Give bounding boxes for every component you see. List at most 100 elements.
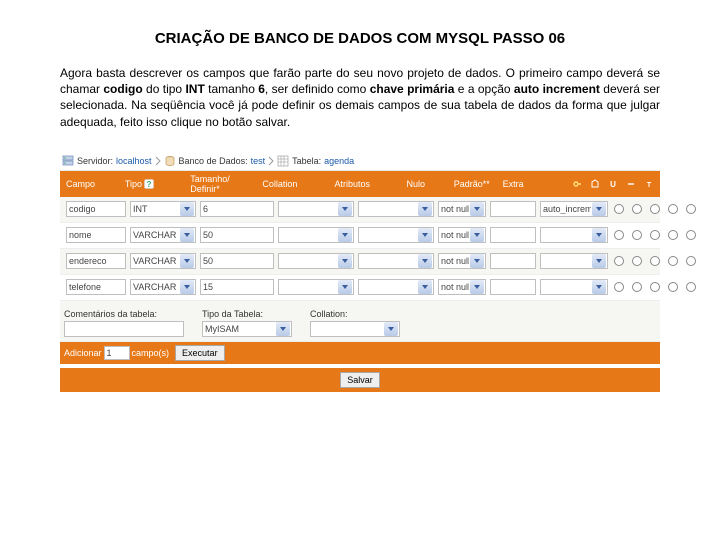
field-name-input[interactable]	[66, 227, 126, 243]
index-radio[interactable]	[632, 230, 642, 240]
field-type-select[interactable]	[130, 253, 196, 269]
field-collation-select[interactable]	[278, 279, 354, 295]
primary-key-radio[interactable]	[614, 204, 624, 214]
header-tamanho: Tamanho/ Definir*	[190, 174, 258, 194]
primary-key-radio[interactable]	[614, 230, 624, 240]
para-bold-ai: auto increment	[514, 82, 600, 96]
table-collation-label: Collation:	[310, 309, 400, 319]
field-collation-select[interactable]	[278, 253, 354, 269]
field-null-select[interactable]	[438, 253, 486, 269]
breadcrumb-server-label: Servidor:	[77, 156, 113, 166]
table-icon	[277, 155, 289, 167]
breadcrumb: Servidor: localhost Banco de Dados: test…	[60, 152, 660, 171]
primary-key-radio[interactable]	[614, 282, 624, 292]
field-name-input[interactable]	[66, 279, 126, 295]
field-attributes-select[interactable]	[358, 253, 434, 269]
field-length-input[interactable]	[200, 201, 274, 217]
field-type-select[interactable]	[130, 279, 196, 295]
field-name-input[interactable]	[66, 253, 126, 269]
field-default-input[interactable]	[490, 201, 536, 217]
breadcrumb-db-label: Banco de Dados:	[179, 156, 248, 166]
phpmyadmin-panel: Servidor: localhost Banco de Dados: test…	[60, 152, 660, 392]
field-default-input[interactable]	[490, 279, 536, 295]
table-type-select[interactable]	[202, 321, 292, 337]
field-collation-select[interactable]	[278, 227, 354, 243]
para-bold-codigo: codigo	[103, 82, 142, 96]
header-padrao: Padrão**	[454, 179, 490, 189]
add-fields-count-input[interactable]	[104, 346, 130, 360]
dash-icon	[625, 178, 636, 189]
doc-title: CRIAÇÃO DE BANCO DE DADOS COM MYSQL PASS…	[60, 30, 660, 47]
fulltext-radio[interactable]	[686, 282, 696, 292]
header-nulo: Nulo	[407, 179, 426, 189]
comments-input[interactable]	[64, 321, 184, 337]
fulltext-radio[interactable]	[686, 204, 696, 214]
none-radio[interactable]	[668, 282, 678, 292]
index-radio[interactable]	[632, 256, 642, 266]
svg-text:U: U	[610, 180, 616, 189]
table-row	[60, 197, 660, 223]
field-type-select[interactable]	[130, 227, 196, 243]
para-bold-6: 6	[258, 82, 265, 96]
para-bold-int: INT	[185, 82, 204, 96]
field-default-input[interactable]	[490, 253, 536, 269]
field-default-input[interactable]	[490, 227, 536, 243]
table-row	[60, 249, 660, 275]
server-icon	[62, 155, 74, 167]
add-fields-bar: Adicionar campo(s) Executar	[60, 342, 660, 364]
primary-key-icon	[571, 178, 582, 189]
breadcrumb-table-link[interactable]: agenda	[324, 156, 354, 166]
database-icon	[164, 155, 176, 167]
fulltext-radio[interactable]	[686, 230, 696, 240]
field-null-select[interactable]	[438, 227, 486, 243]
table-options-row: Comentários da tabela: Tipo da Tabela: C…	[60, 301, 660, 342]
field-type-select[interactable]	[130, 201, 196, 217]
header-tipo: Tipo	[125, 179, 142, 189]
para-bold-pk: chave primária	[370, 82, 455, 96]
breadcrumb-server-link[interactable]: localhost	[116, 156, 152, 166]
fulltext-radio[interactable]	[686, 256, 696, 266]
unique-radio[interactable]	[650, 256, 660, 266]
field-extra-select[interactable]	[540, 253, 608, 269]
para-text: do tipo	[143, 82, 186, 96]
unique-radio[interactable]	[650, 230, 660, 240]
none-radio[interactable]	[668, 204, 678, 214]
unique-radio[interactable]	[650, 282, 660, 292]
primary-key-radio[interactable]	[614, 256, 624, 266]
field-null-select[interactable]	[438, 201, 486, 217]
breadcrumb-db-link[interactable]: test	[251, 156, 266, 166]
add-fields-post: campo(s)	[132, 348, 170, 358]
header-extra: Extra	[503, 179, 524, 189]
unique-radio[interactable]	[650, 204, 660, 214]
none-radio[interactable]	[668, 256, 678, 266]
field-extra-select[interactable]	[540, 279, 608, 295]
header-atributos: Atributos	[334, 179, 370, 189]
save-button[interactable]: Salvar	[340, 372, 380, 388]
execute-button[interactable]: Executar	[175, 345, 225, 361]
index-radio[interactable]	[632, 282, 642, 292]
field-attributes-select[interactable]	[358, 279, 434, 295]
field-length-input[interactable]	[200, 253, 274, 269]
table-row	[60, 275, 660, 301]
comments-label: Comentários da tabela:	[64, 309, 184, 319]
breadcrumb-table-label: Tabela:	[292, 156, 321, 166]
none-radio[interactable]	[668, 230, 678, 240]
field-name-input[interactable]	[66, 201, 126, 217]
table-collation-select[interactable]	[310, 321, 400, 337]
header-campo: Campo	[66, 179, 95, 189]
field-extra-select[interactable]	[540, 227, 608, 243]
field-attributes-select[interactable]	[358, 201, 434, 217]
para-text: tamanho	[205, 82, 258, 96]
help-icon[interactable]: ?	[143, 178, 154, 189]
unique-icon: U	[607, 178, 618, 189]
field-null-select[interactable]	[438, 279, 486, 295]
svg-text:T: T	[646, 182, 651, 189]
index-radio[interactable]	[632, 204, 642, 214]
field-length-input[interactable]	[200, 227, 274, 243]
field-collation-select[interactable]	[278, 201, 354, 217]
field-attributes-select[interactable]	[358, 227, 434, 243]
svg-text:?: ?	[146, 180, 151, 189]
field-extra-select[interactable]	[540, 201, 608, 217]
chevron-right-icon	[268, 156, 274, 166]
field-length-input[interactable]	[200, 279, 274, 295]
